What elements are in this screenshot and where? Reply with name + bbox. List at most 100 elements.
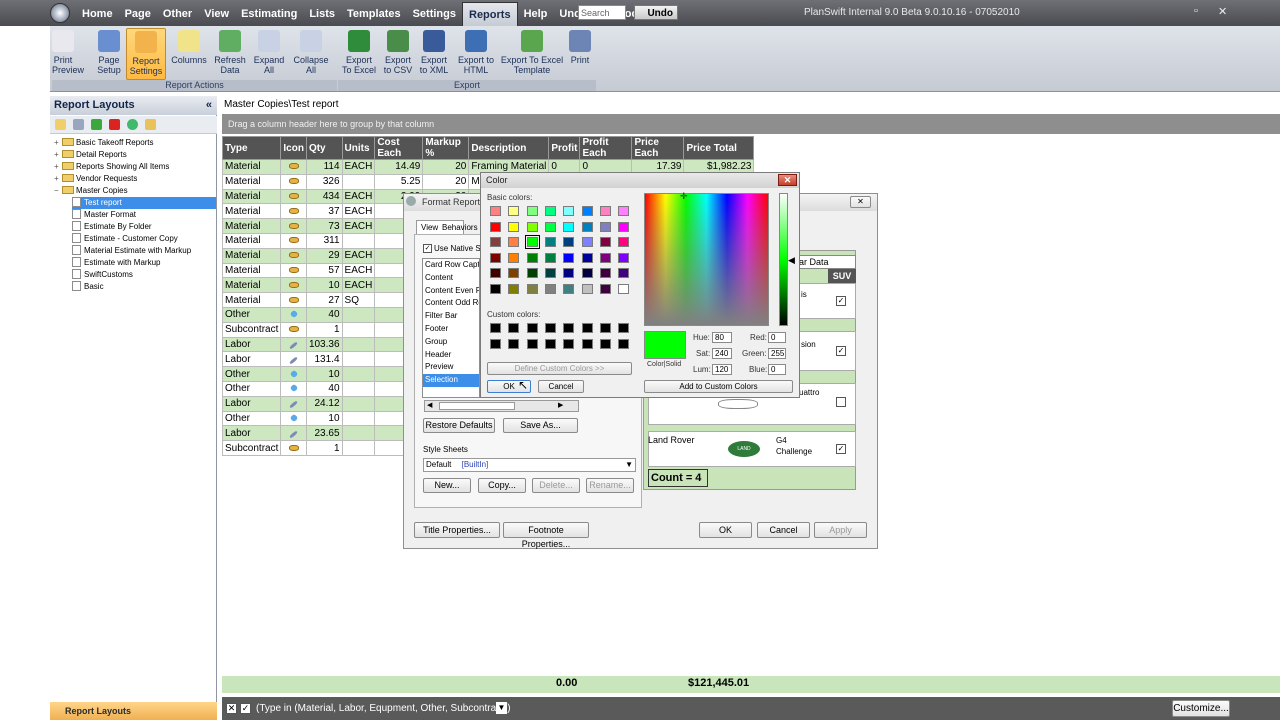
menu-help[interactable]: Help — [518, 0, 554, 26]
column-header-icon[interactable]: Icon — [280, 136, 307, 160]
expand-icon[interactable]: + — [54, 161, 61, 173]
basic-color-swatch[interactable] — [581, 284, 593, 294]
basic-color-swatch[interactable] — [563, 206, 575, 216]
custom-color-swatch[interactable] — [490, 339, 501, 349]
basic-color-swatch[interactable] — [508, 268, 520, 279]
basic-color-swatch[interactable] — [544, 237, 556, 248]
basic-color-swatch[interactable] — [599, 252, 611, 263]
color-cancel-button[interactable]: Cancel — [538, 380, 584, 393]
list-scrollbar[interactable]: ◀ ▶ — [424, 400, 579, 412]
custom-color-swatch[interactable] — [618, 339, 630, 349]
basic-color-swatch[interactable] — [599, 237, 611, 248]
red-input[interactable]: 0 — [768, 332, 786, 343]
close-icon[interactable]: ✕ — [1218, 5, 1227, 18]
style-element-item[interactable]: Content Even Ro — [423, 285, 479, 298]
green-input[interactable]: 255 — [768, 348, 786, 359]
style-element-item[interactable]: Header — [423, 349, 479, 362]
custom-color-swatch[interactable] — [563, 339, 575, 349]
ribbon-button-print[interactable]: Print — [566, 28, 594, 80]
left-pane-footer[interactable]: Report Layouts — [50, 702, 217, 720]
menu-other[interactable]: Other — [157, 0, 198, 26]
footnote-properties-button[interactable]: Footnote Properties... — [503, 522, 589, 549]
tab-behaviors[interactable]: Behaviors — [442, 221, 482, 234]
luminance-slider[interactable] — [779, 193, 788, 326]
basic-color-swatch[interactable] — [490, 206, 501, 216]
custom-color-swatch[interactable] — [581, 323, 593, 333]
format-ok-button[interactable]: OK — [699, 522, 752, 538]
custom-color-swatch[interactable] — [581, 339, 593, 349]
copy-style-button[interactable]: Copy... — [478, 478, 526, 493]
style-element-list[interactable]: Card Row CaptioContentContent Even RoCon… — [422, 258, 480, 398]
basic-color-swatch[interactable] — [581, 206, 593, 216]
define-custom-colors-button[interactable]: Define Custom Colors >> — [487, 362, 632, 375]
tree-item[interactable]: Material Estimate with Markup — [72, 245, 216, 257]
basic-color-swatch[interactable] — [563, 237, 575, 248]
format-close-icon[interactable]: ✕ — [850, 196, 871, 208]
basic-color-swatch[interactable] — [581, 268, 593, 279]
column-header-type[interactable]: Type — [221, 136, 282, 160]
save-icon[interactable] — [73, 119, 84, 130]
basic-color-swatch[interactable] — [490, 268, 501, 279]
custom-color-swatch[interactable] — [526, 339, 538, 349]
column-header-cost-each[interactable]: Cost Each — [374, 136, 424, 160]
menu-home[interactable]: Home — [76, 0, 119, 26]
tree-item[interactable]: − Master Copies — [54, 185, 216, 197]
search-input[interactable]: Search — [578, 5, 626, 20]
basic-color-swatch[interactable] — [563, 284, 575, 294]
expand-icon[interactable]: + — [54, 149, 61, 161]
tree-item[interactable]: Test report — [72, 197, 216, 209]
custom-color-swatch[interactable] — [599, 323, 611, 333]
menu-settings[interactable]: Settings — [407, 0, 462, 26]
custom-color-swatch[interactable] — [526, 323, 538, 333]
tree-item[interactable]: + Detail Reports — [54, 149, 216, 161]
ribbon-button-page-setup[interactable]: Page Setup — [93, 28, 125, 80]
chevron-down-icon[interactable]: ▼ — [625, 459, 633, 471]
basic-color-swatch[interactable] — [508, 237, 520, 248]
scroll-thumb[interactable] — [439, 402, 515, 410]
add-icon[interactable] — [91, 119, 102, 130]
style-element-item[interactable]: Card Row Captio — [423, 259, 479, 272]
column-header-units[interactable]: Units — [341, 136, 376, 160]
basic-color-swatch[interactable] — [563, 268, 575, 279]
properties-icon[interactable] — [145, 119, 156, 130]
basic-color-swatch[interactable] — [599, 268, 611, 279]
basic-color-swatch[interactable] — [524, 235, 540, 250]
ribbon-button-collapse-all[interactable]: Collapse All — [290, 28, 332, 80]
basic-color-swatch[interactable] — [544, 206, 556, 216]
column-header-qty[interactable]: Qty — [305, 136, 343, 160]
basic-color-swatch[interactable] — [526, 252, 538, 263]
add-to-custom-colors-button[interactable]: Add to Custom Colors — [644, 380, 793, 393]
basic-color-swatch[interactable] — [618, 221, 630, 232]
menu-view[interactable]: View — [198, 0, 235, 26]
custom-color-swatch[interactable] — [508, 323, 520, 333]
expand-icon[interactable]: + — [54, 137, 61, 149]
column-header-profit-each[interactable]: Profit Each — [579, 136, 633, 160]
column-header-markup-[interactable]: Markup % — [422, 136, 470, 160]
sat-input[interactable]: 240 — [712, 348, 732, 359]
ribbon-button-export-to-xml[interactable]: Export to XML — [418, 28, 450, 80]
tree-item[interactable]: + Reports Showing All Items — [54, 161, 216, 173]
column-header-price-each[interactable]: Price Each — [631, 136, 685, 160]
basic-color-swatch[interactable] — [599, 221, 611, 232]
scroll-left-icon[interactable]: ◀ — [427, 401, 432, 409]
minimize-icon[interactable]: ▫ — [1194, 5, 1198, 17]
save-as-button[interactable]: Save As... — [503, 418, 578, 433]
clear-filter-icon[interactable]: ✕ — [226, 703, 237, 714]
format-cancel-button[interactable]: Cancel — [757, 522, 810, 538]
hue-input[interactable]: 80 — [712, 332, 732, 343]
basic-color-swatch[interactable] — [581, 237, 593, 248]
custom-color-swatch[interactable] — [544, 323, 556, 333]
basic-color-swatch[interactable] — [490, 237, 501, 248]
open-folder-icon[interactable] — [55, 119, 66, 130]
style-element-item[interactable]: Content Odd Ro — [423, 297, 479, 310]
custom-color-swatch[interactable] — [618, 323, 630, 333]
basic-color-swatch[interactable] — [563, 221, 575, 232]
basic-color-swatch[interactable] — [618, 206, 630, 216]
basic-color-swatch[interactable] — [526, 284, 538, 294]
undo-button[interactable]: Undo — [634, 5, 678, 20]
custom-color-swatch[interactable] — [563, 323, 575, 333]
delete-style-button[interactable]: Delete... — [532, 478, 580, 493]
style-element-item[interactable]: Selection — [423, 374, 479, 387]
ribbon-button-report-settings[interactable]: Report Settings — [126, 28, 166, 80]
menu-lists[interactable]: Lists — [303, 0, 341, 26]
